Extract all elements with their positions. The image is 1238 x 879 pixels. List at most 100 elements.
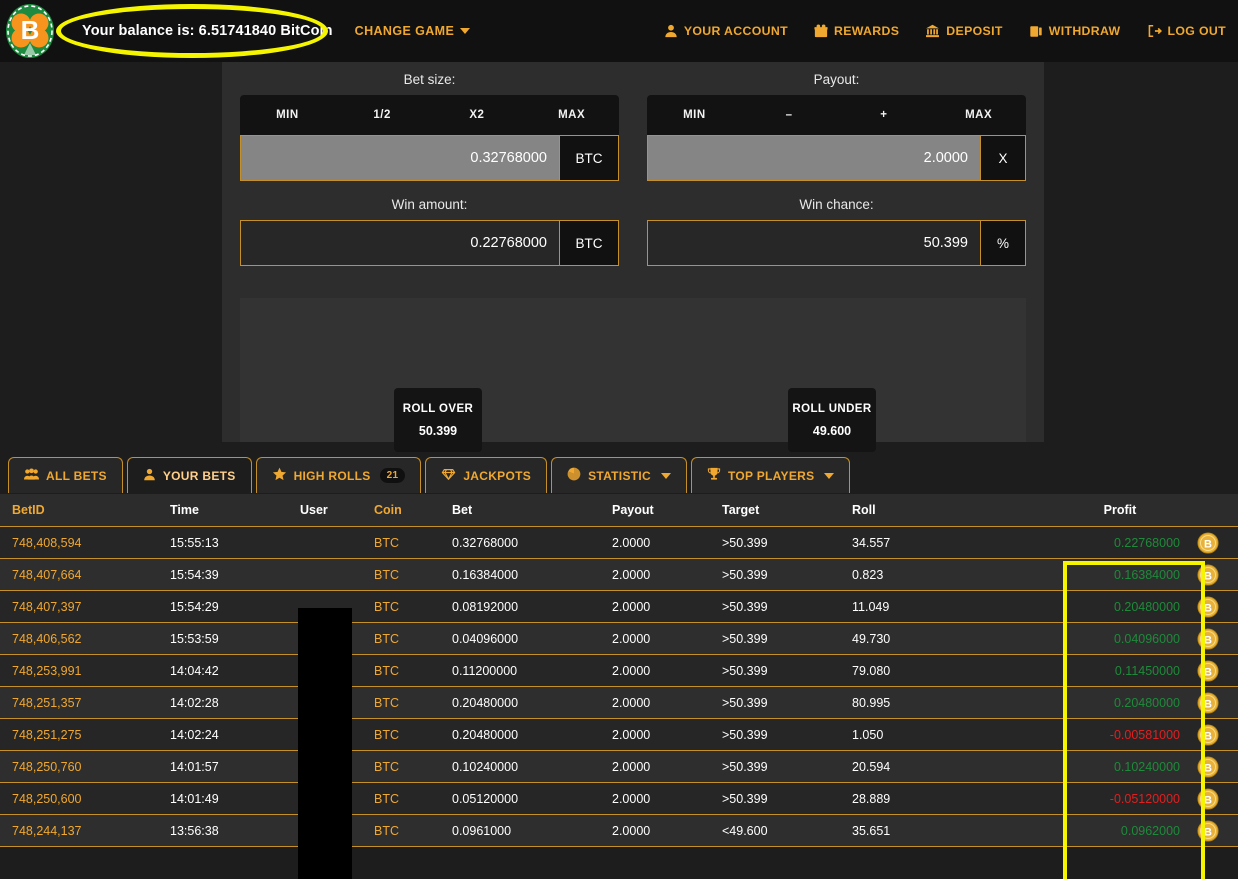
cell-betid[interactable]: 748,408,594 xyxy=(0,536,170,550)
roll-over-label: ROLL OVER xyxy=(403,403,473,415)
table-row[interactable]: 748,250,60014:01:49BTC0.051200002.0000>5… xyxy=(0,783,1238,815)
bet-size-min-button[interactable]: MIN xyxy=(240,109,335,121)
payout-input-row: 2.0000 X xyxy=(647,135,1026,181)
tab-all-bets-label: ALL BETS xyxy=(46,469,107,483)
gift-icon xyxy=(814,24,828,38)
bet-size-max-button[interactable]: MAX xyxy=(524,109,619,121)
bet-size-half-button[interactable]: 1/2 xyxy=(335,109,430,121)
bitcoin-coin-icon: B xyxy=(1188,628,1228,650)
cell-profit: 0.22768000 xyxy=(1052,536,1188,550)
table-row[interactable]: 748,251,27514:02:24BTC0.204800002.0000>5… xyxy=(0,719,1238,751)
cell-coin: BTC xyxy=(374,664,452,678)
cell-coin: BTC xyxy=(374,728,452,742)
bet-size-input[interactable]: 0.32768000 xyxy=(240,135,559,181)
table-row[interactable]: 748,408,59415:55:13BTC0.327680002.0000>5… xyxy=(0,527,1238,559)
column-header-time[interactable]: Time xyxy=(170,503,300,517)
nav-your-account[interactable]: YOUR ACCOUNT xyxy=(664,24,788,38)
cell-target: >50.399 xyxy=(722,632,852,646)
column-header-betid[interactable]: BetID xyxy=(0,503,170,517)
tab-jackpots[interactable]: JACKPOTS xyxy=(425,457,547,493)
payout-minus-button[interactable]: – xyxy=(742,109,837,121)
cell-betid[interactable]: 748,244,137 xyxy=(0,824,170,838)
cell-roll: 35.651 xyxy=(852,824,1052,838)
payout-multiplier-button[interactable]: X xyxy=(980,135,1026,181)
payout-group: Payout: MIN – + MAX 2.0000 X xyxy=(647,72,1026,181)
cell-payout: 2.0000 xyxy=(612,824,722,838)
column-header-profit[interactable]: Profit xyxy=(1052,503,1188,517)
cell-betid[interactable]: 748,250,760 xyxy=(0,760,170,774)
table-row[interactable]: 748,250,76014:01:57BTC0.102400002.0000>5… xyxy=(0,751,1238,783)
bet-size-quick-buttons: MIN 1/2 X2 MAX xyxy=(240,95,619,135)
column-header-coin[interactable]: Coin xyxy=(374,503,452,517)
tab-your-bets[interactable]: YOUR BETS xyxy=(127,457,252,493)
cell-betid[interactable]: 748,251,275 xyxy=(0,728,170,742)
table-row[interactable]: 748,406,56215:53:59BTC0.040960002.0000>5… xyxy=(0,623,1238,655)
cell-betid[interactable]: 748,407,397 xyxy=(0,600,170,614)
tab-all-bets[interactable]: ALL BETS xyxy=(8,457,123,493)
cell-payout: 2.0000 xyxy=(612,632,722,646)
column-header-target[interactable]: Target xyxy=(722,503,852,517)
bitcoin-clover-logo-icon[interactable]: B xyxy=(4,3,56,59)
nav-rewards[interactable]: REWARDS xyxy=(814,24,899,38)
cell-target: >50.399 xyxy=(722,792,852,806)
bet-size-input-row: 0.32768000 BTC xyxy=(240,135,619,181)
tab-statistic[interactable]: STATISTIC xyxy=(551,457,687,493)
bitcoin-coin-icon: B xyxy=(1188,788,1228,810)
tab-high-rolls[interactable]: HIGH ROLLS 21 xyxy=(256,457,422,493)
cell-betid[interactable]: 748,407,664 xyxy=(0,568,170,582)
table-row[interactable]: 748,244,13713:56:38BTC0.09610002.0000<49… xyxy=(0,815,1238,847)
cell-coin: BTC xyxy=(374,824,452,838)
cell-bet: 0.11200000 xyxy=(452,664,612,678)
table-row[interactable]: 748,251,35714:02:28BTC0.204800002.0000>5… xyxy=(0,687,1238,719)
cell-target: >50.399 xyxy=(722,568,852,582)
column-header-bet[interactable]: Bet xyxy=(452,503,612,517)
cell-profit: 0.0962000 xyxy=(1052,824,1188,838)
roll-under-button[interactable]: ROLL UNDER 49.600 xyxy=(788,388,876,452)
chevron-down-icon xyxy=(661,473,671,479)
top-navigation-bar: B Your balance is: 6.51741840 BitCoin CH… xyxy=(0,0,1238,62)
cell-betid[interactable]: 748,406,562 xyxy=(0,632,170,646)
cell-time: 14:01:49 xyxy=(170,792,300,806)
nav-log-out[interactable]: LOG OUT xyxy=(1147,24,1226,38)
cell-roll: 80.995 xyxy=(852,696,1052,710)
nav-deposit[interactable]: DEPOSIT xyxy=(925,24,1002,38)
payout-input[interactable]: 2.0000 xyxy=(647,135,980,181)
table-row[interactable]: 748,407,66415:54:39BTC0.163840002.0000>5… xyxy=(0,559,1238,591)
win-chance-input[interactable]: 50.399 xyxy=(647,220,980,266)
column-header-payout[interactable]: Payout xyxy=(612,503,722,517)
table-body: 748,408,59415:55:13BTC0.327680002.0000>5… xyxy=(0,527,1238,847)
tab-high-rolls-label: HIGH ROLLS xyxy=(294,469,371,483)
cell-time: 14:04:42 xyxy=(170,664,300,678)
tab-your-bets-label: YOUR BETS xyxy=(163,469,236,483)
cell-betid[interactable]: 748,251,357 xyxy=(0,696,170,710)
cell-payout: 2.0000 xyxy=(612,728,722,742)
column-header-roll[interactable]: Roll xyxy=(852,503,1052,517)
payout-max-button[interactable]: MAX xyxy=(931,109,1026,121)
bitcoin-coin-icon: B xyxy=(1188,532,1228,554)
cell-profit: 0.04096000 xyxy=(1052,632,1188,646)
tab-top-players[interactable]: TOP PLAYERS xyxy=(691,457,850,493)
svg-text:B: B xyxy=(1204,762,1212,774)
svg-text:B: B xyxy=(1204,570,1212,582)
user-icon xyxy=(143,468,156,484)
win-amount-input[interactable]: 0.22768000 xyxy=(240,220,559,266)
table-row[interactable]: 748,407,39715:54:29BTC0.081920002.0000>5… xyxy=(0,591,1238,623)
bet-size-x2-button[interactable]: X2 xyxy=(430,109,525,121)
win-chance-percent-button[interactable]: % xyxy=(980,220,1026,266)
change-game-button[interactable]: CHANGE GAME xyxy=(355,24,471,38)
cell-roll: 11.049 xyxy=(852,600,1052,614)
cell-betid[interactable]: 748,250,600 xyxy=(0,792,170,806)
column-header-user[interactable]: User xyxy=(300,503,374,517)
cell-roll: 28.889 xyxy=(852,792,1052,806)
nav-withdraw[interactable]: WITHDRAW xyxy=(1029,24,1121,38)
cell-betid[interactable]: 748,253,991 xyxy=(0,664,170,678)
payout-min-button[interactable]: MIN xyxy=(647,109,742,121)
roll-over-button[interactable]: ROLL OVER 50.399 xyxy=(394,388,482,452)
tab-jackpots-label: JACKPOTS xyxy=(463,469,531,483)
payout-plus-button[interactable]: + xyxy=(837,109,932,121)
win-amount-currency-button[interactable]: BTC xyxy=(559,220,619,266)
bet-size-currency-button[interactable]: BTC xyxy=(559,135,619,181)
table-row[interactable]: 748,253,99114:04:42BTC0.112000002.0000>5… xyxy=(0,655,1238,687)
cell-profit: 0.11450000 xyxy=(1052,664,1188,678)
nav-deposit-label: DEPOSIT xyxy=(946,24,1002,38)
